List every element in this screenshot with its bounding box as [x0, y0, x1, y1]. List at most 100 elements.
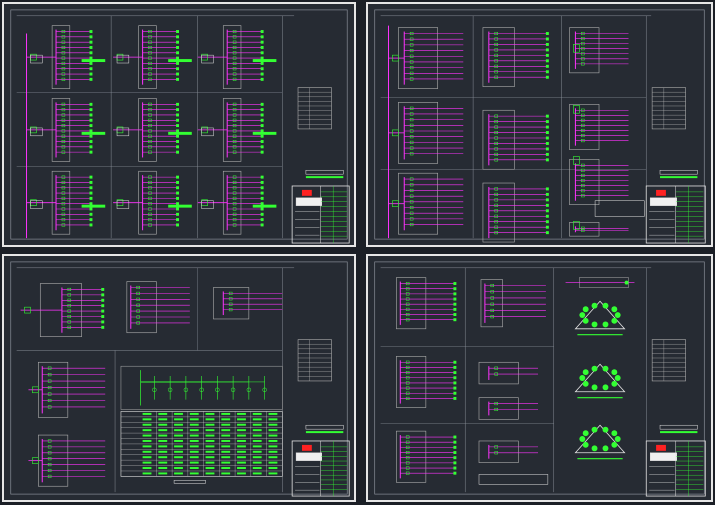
table-cell-text: [221, 472, 231, 475]
device-tag: [101, 304, 105, 308]
device-tag: [176, 124, 179, 128]
device-tag: [89, 150, 93, 154]
table-cell-text: [252, 423, 262, 426]
table-cell-text: [205, 412, 215, 415]
device-tag: [176, 145, 179, 149]
table-cell-text: [205, 456, 215, 459]
device-tag: [545, 158, 549, 162]
table-cell-text: [252, 456, 262, 459]
luminaire-symbol: [591, 445, 598, 452]
table-cell-text: [237, 461, 246, 464]
table-cell-text: [189, 412, 199, 415]
device-tag: [260, 150, 264, 154]
device-tag: [89, 77, 93, 81]
table-cell-text: [205, 429, 215, 432]
table-cell-text: [142, 423, 152, 426]
table-cell-text: [142, 412, 152, 415]
device-tag: [453, 282, 457, 286]
table-cell-text: [252, 418, 262, 421]
device-tag: [89, 72, 93, 76]
sheet-1-drawing: [10, 9, 350, 244]
device-tag: [545, 42, 549, 46]
table-cell-text: [174, 439, 183, 442]
title-logo-plate: [649, 197, 677, 206]
device-tag: [176, 175, 179, 179]
device-tag: [89, 118, 93, 122]
device-tag: [260, 207, 264, 211]
panel-box: [396, 277, 427, 330]
table-cell-text: [268, 445, 278, 448]
device-tag: [545, 70, 549, 74]
table-cell-text: [142, 467, 152, 470]
device-tag: [545, 141, 549, 145]
device-tag: [260, 102, 264, 106]
table-cell-text: [268, 461, 278, 464]
device-tag: [260, 77, 264, 81]
device-tag: [260, 134, 264, 138]
luminaire-symbol: [602, 426, 609, 433]
device-tag: [89, 30, 93, 34]
table-cell-text: [174, 429, 183, 432]
table-cell-text: [174, 412, 183, 415]
sheet-2[interactable]: distribution panels with outgoing circui…: [366, 2, 713, 247]
sheet-4[interactable]: panels and lighting plan symbols: [366, 254, 713, 502]
device-tag: [545, 187, 549, 191]
table-cell-text: [142, 461, 152, 464]
table-cell-text: [221, 423, 231, 426]
drawing-number-box: [659, 424, 698, 430]
distribution-board-icon: [573, 105, 580, 114]
device-tag: [453, 440, 457, 444]
table-cell-text: [189, 467, 199, 470]
device-tag: [176, 77, 179, 81]
table-cell-text: [142, 439, 152, 442]
luminaire-symbol: [591, 426, 598, 433]
table-cell-text: [268, 429, 278, 432]
table-cell-text: [205, 461, 215, 464]
table-cell-text: [205, 450, 215, 453]
device-tag: [89, 196, 93, 200]
device-tag: [260, 196, 264, 200]
panel-box: [478, 440, 519, 463]
device-tag: [260, 35, 264, 39]
device-tag: [176, 196, 179, 200]
device-tag: [545, 131, 549, 135]
sheet-1[interactable]: distribution panels 3x3: [2, 2, 356, 247]
table-cell-text: [142, 472, 152, 475]
table-cell-text: [221, 439, 231, 442]
table-cell-text: [252, 412, 262, 415]
device-tag: [176, 51, 179, 55]
table-cell-text: [205, 467, 215, 470]
device-tag: [89, 145, 93, 149]
table-cell-text: [158, 467, 168, 470]
device-tag: [176, 72, 179, 76]
luminaire-symbol: [614, 312, 621, 318]
sheet-4-drawing: [374, 261, 706, 497]
luminaire-symbol: [591, 321, 598, 328]
table-cell-text: [221, 467, 231, 470]
title-logo-mark: [301, 189, 312, 196]
table-cell-text: [189, 472, 199, 475]
device-tag: [545, 37, 549, 41]
table-cell-text: [268, 456, 278, 459]
device-tag: [453, 456, 457, 460]
device-tag: [545, 147, 549, 151]
table-cell-text: [221, 418, 231, 421]
device-tag: [176, 212, 179, 216]
device-tag: [260, 61, 264, 65]
device-tag: [89, 40, 93, 44]
device-tag: [453, 445, 457, 449]
panel-box: [482, 109, 515, 170]
table-cell-text: [252, 439, 262, 442]
device-tag: [453, 381, 457, 385]
table-cell-text: [174, 418, 183, 421]
sheet-3[interactable]: panels and device table: [2, 254, 356, 502]
table-cell-text: [221, 450, 231, 453]
device-tag: [101, 325, 105, 329]
table-cell-text: [252, 467, 262, 470]
table-cell-text: [174, 434, 183, 437]
device-tag: [260, 46, 264, 49]
luminaire-symbol: [611, 369, 618, 376]
device-tag: [89, 35, 93, 39]
device-tag: [176, 40, 179, 44]
device-tag: [260, 40, 264, 44]
